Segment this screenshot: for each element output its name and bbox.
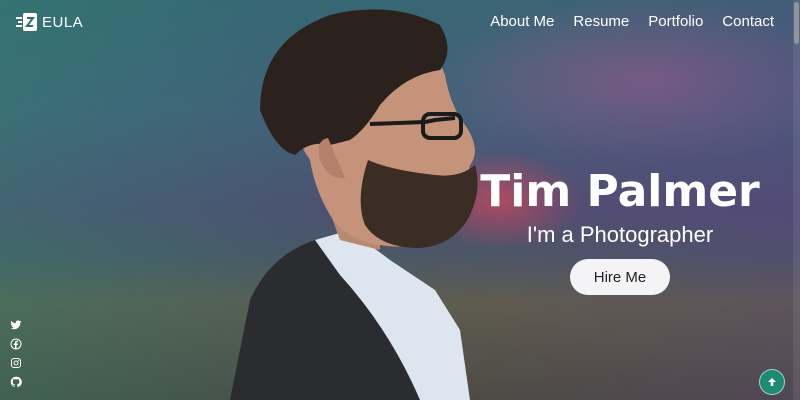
nav-item-resume[interactable]: Resume	[573, 13, 629, 30]
nav-item-about-me[interactable]: About Me	[490, 13, 554, 30]
hero-role: I'm a Photographer	[526, 222, 714, 247]
hire-me-button[interactable]: Hire Me	[570, 259, 670, 295]
instagram-icon	[11, 358, 21, 368]
main-nav: About Me Resume Portfolio Contact	[490, 13, 774, 30]
page-scrollbar[interactable]	[793, 0, 800, 400]
github-link[interactable]	[10, 376, 22, 388]
hero-name: Tim Palmer	[480, 166, 760, 217]
brand-logo-icon	[16, 13, 37, 31]
hero-intro: Tim Palmer I'm a Photographer Hire Me	[470, 166, 770, 295]
nav-item-portfolio[interactable]: Portfolio	[648, 13, 703, 30]
twitter-link[interactable]	[10, 319, 22, 331]
github-icon	[10, 376, 22, 388]
brand[interactable]: EULA	[16, 12, 83, 32]
social-links	[10, 319, 22, 388]
back-to-top-button[interactable]	[759, 369, 785, 395]
facebook-link[interactable]	[10, 338, 22, 350]
twitter-icon	[10, 320, 22, 330]
arrow-up-icon	[768, 378, 776, 386]
instagram-link[interactable]	[10, 357, 22, 369]
facebook-icon	[10, 338, 22, 350]
brand-name: EULA	[42, 13, 84, 31]
nav-item-contact[interactable]: Contact	[722, 13, 774, 30]
scrollbar-thumb[interactable]	[794, 2, 799, 44]
